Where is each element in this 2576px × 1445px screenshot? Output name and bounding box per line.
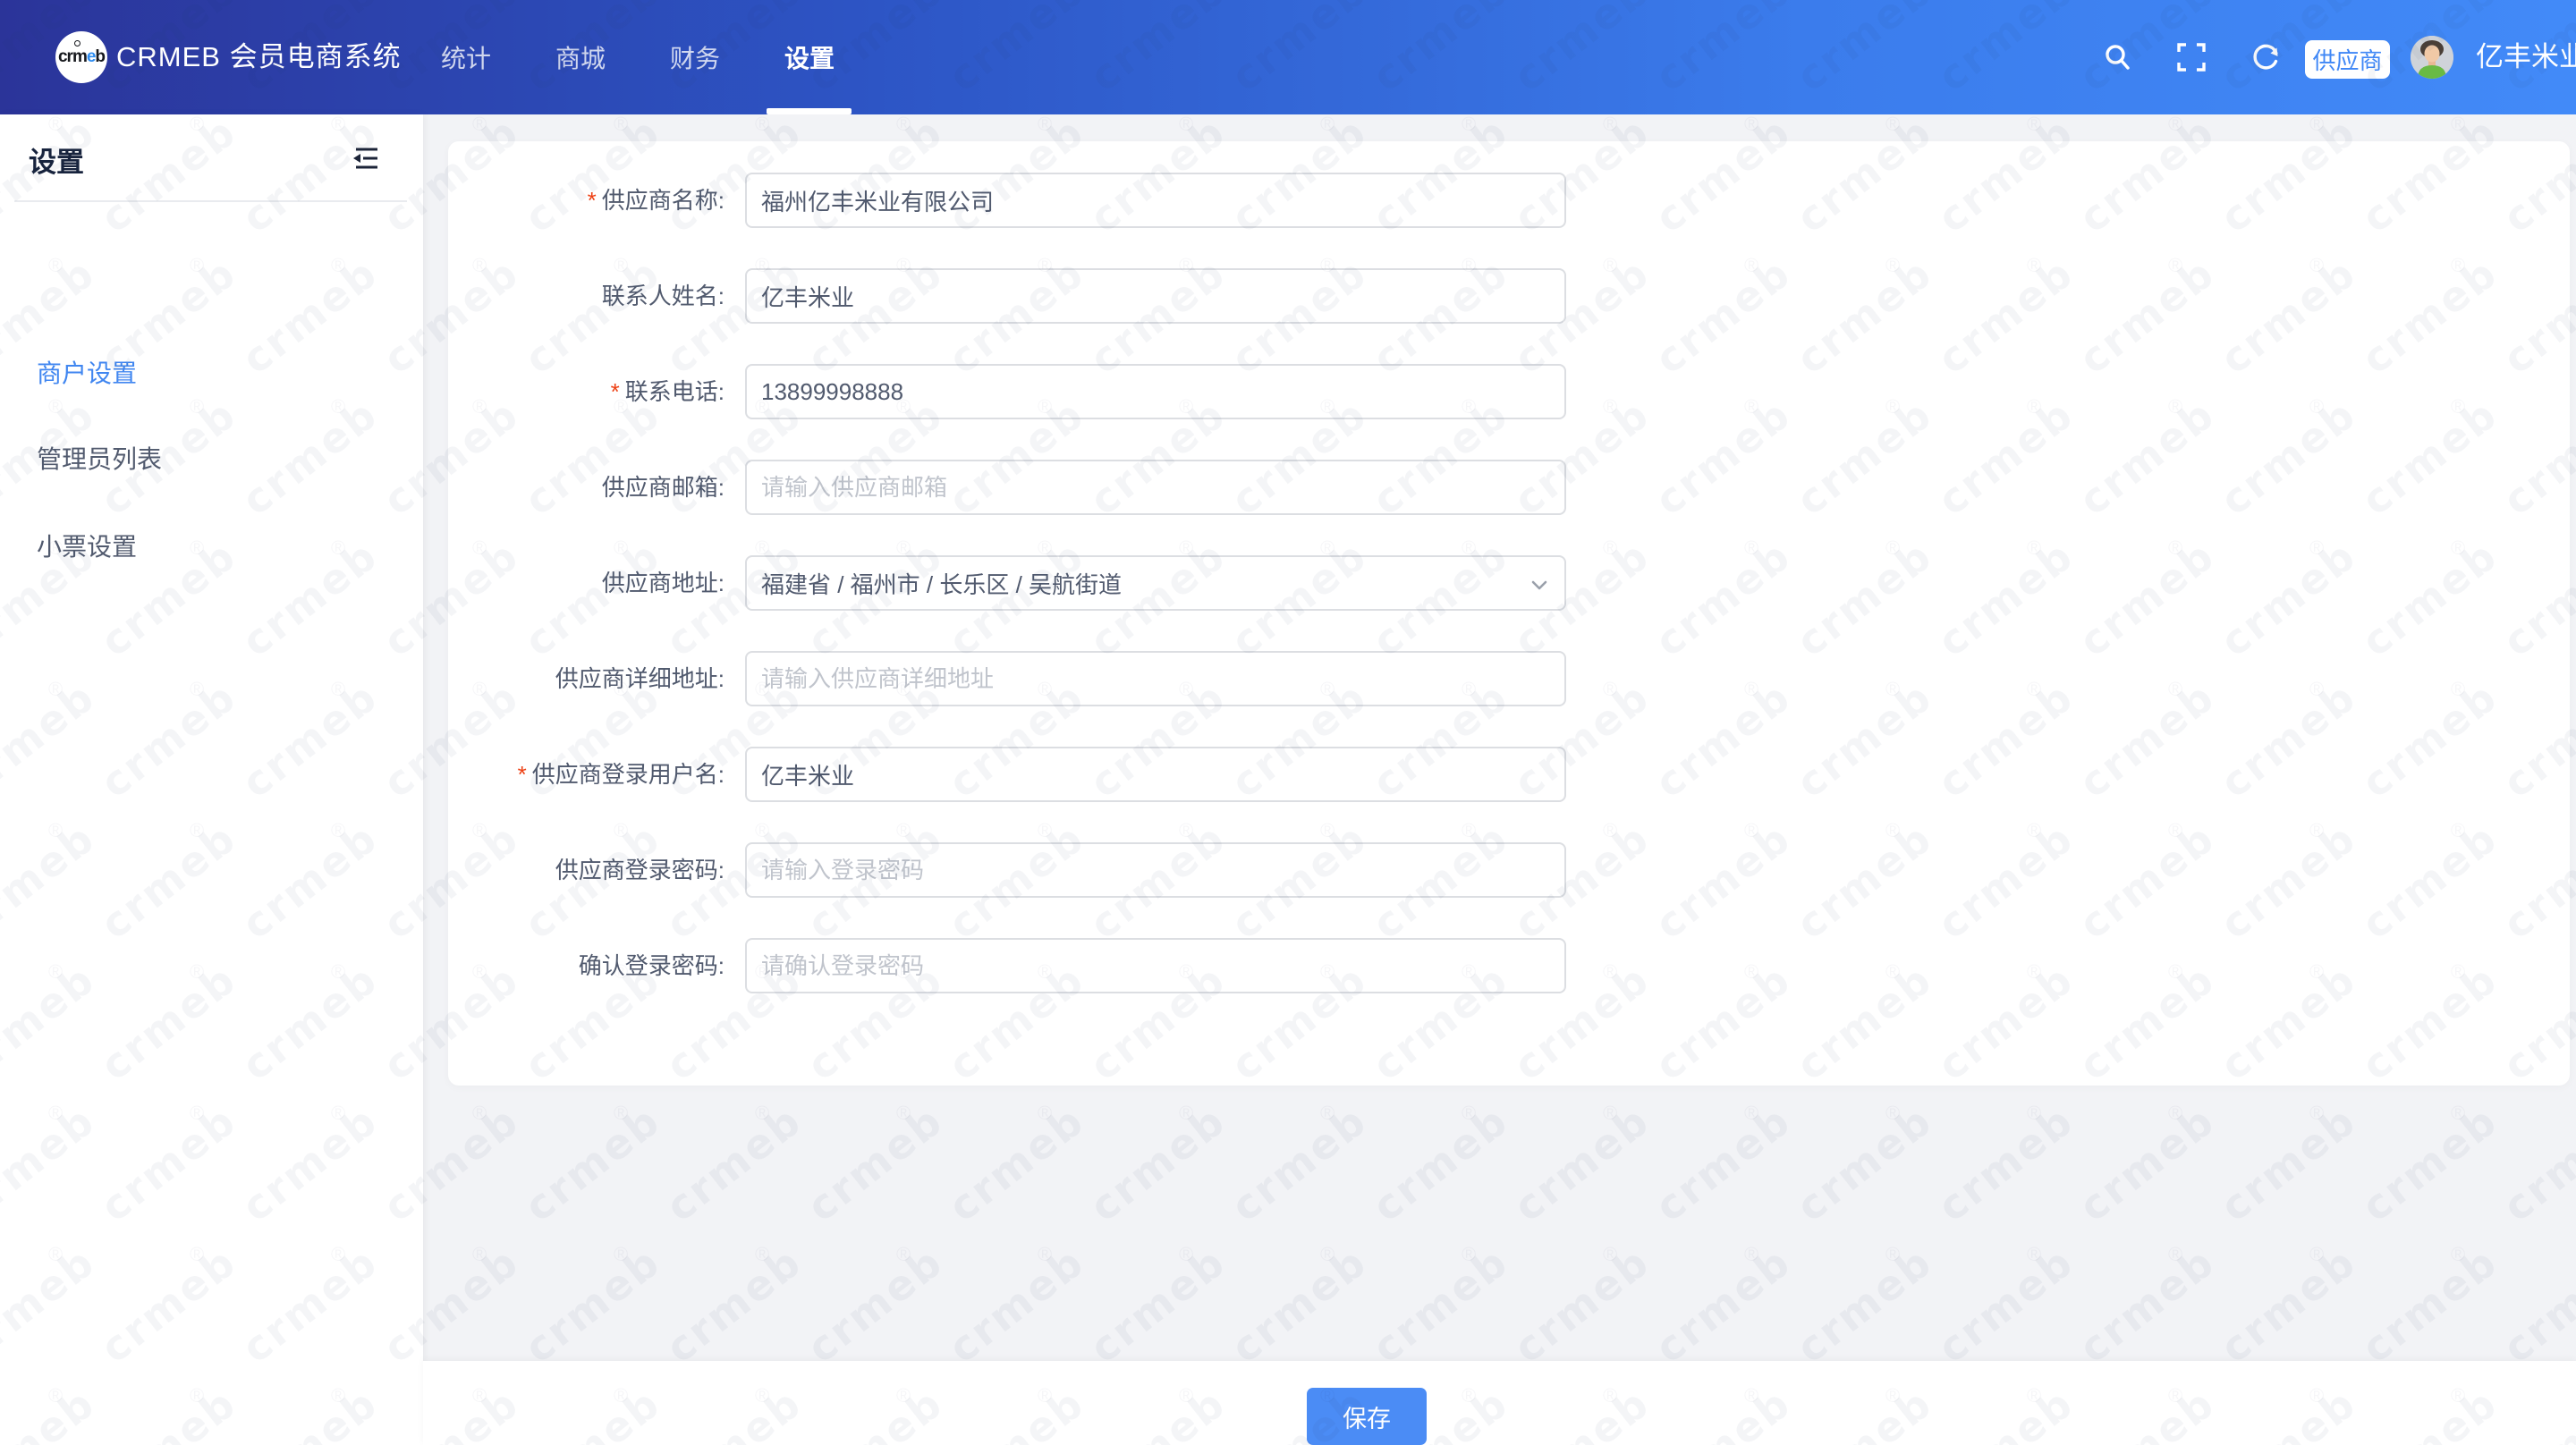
address-select[interactable]: 福建省 / 福州市 / 长乐区 / 吴航街道 — [745, 555, 1566, 611]
field-label: 供应商登录密码: — [448, 842, 724, 898]
field-label: *供应商名称: — [448, 173, 724, 228]
menu-collapse-icon[interactable] — [351, 145, 381, 172]
tab-4[interactable]: 设置 — [784, 39, 835, 75]
form-row-2: 联系人姓名: — [448, 268, 2570, 324]
fullscreen-icon[interactable] — [2175, 41, 2207, 73]
tab-3[interactable]: 财务 — [670, 39, 720, 75]
field-input-2[interactable] — [745, 268, 1566, 324]
chevron-down-icon — [1527, 572, 1552, 597]
refresh-icon[interactable] — [2250, 42, 2281, 72]
form-row-6: 供应商详细地址: — [448, 651, 2570, 706]
crmeb-logo: crmeb — [55, 31, 107, 83]
form-row-5: 供应商地址: 福建省 / 福州市 / 长乐区 / 吴航街道 — [448, 555, 2570, 611]
form-row-7: *供应商登录用户名: — [448, 747, 2570, 802]
sidebar-item-3[interactable]: 小票设置 — [37, 528, 137, 563]
field-input-7[interactable] — [745, 747, 1566, 802]
username[interactable]: 亿丰米业 — [2476, 0, 2576, 114]
form-row-8: 供应商登录密码: — [448, 842, 2570, 898]
required-star: * — [518, 761, 527, 788]
form-row-1: *供应商名称: — [448, 173, 2570, 228]
sidebar-title: 设置 — [29, 139, 84, 180]
sidebar-divider — [14, 200, 407, 202]
top-navbar: crmeb CRMEB 会员电商系统 统计 商城 财务 设置 供应商 亿丰米业 — [0, 0, 2576, 114]
field-label: *供应商登录用户名: — [448, 747, 724, 802]
field-input-4[interactable] — [745, 460, 1566, 515]
role-badge: 供应商 — [2305, 40, 2390, 79]
search-icon[interactable] — [2104, 43, 2131, 72]
avatar[interactable] — [2411, 36, 2453, 79]
field-input-3[interactable] — [745, 364, 1566, 419]
sidebar: 设置 商户设置管理员列表小票设置 — [0, 114, 423, 1445]
field-label: 供应商详细地址: — [448, 651, 724, 706]
field-label: 供应商地址: — [448, 555, 724, 611]
active-tab-underline — [767, 108, 852, 114]
field-label: *联系电话: — [448, 364, 724, 419]
tab-2[interactable]: 商城 — [555, 39, 606, 75]
field-input-1[interactable] — [745, 173, 1566, 228]
sidebar-item-2[interactable]: 管理员列表 — [37, 440, 162, 476]
form-row-3: *联系电话: — [448, 364, 2570, 419]
required-star: * — [588, 187, 597, 214]
field-label: 确认登录密码: — [448, 938, 724, 993]
field-input-8[interactable] — [745, 842, 1566, 898]
footer-bar: 保存 — [423, 1361, 2576, 1445]
settings-form-card: *供应商名称: 联系人姓名: *联系电话: 供应商邮箱: 供应商地址: 福建省 / 福州市… — [448, 141, 2570, 1086]
field-input-9[interactable] — [745, 938, 1566, 993]
save-button[interactable]: 保存 — [1307, 1388, 1427, 1445]
required-star: * — [611, 378, 620, 405]
app-title: CRMEB 会员电商系统 — [116, 0, 402, 114]
field-label: 联系人姓名: — [448, 268, 724, 324]
main-nav-tabs: 统计 商城 财务 设置 — [441, 0, 835, 114]
field-input-6[interactable] — [745, 651, 1566, 706]
tab-1[interactable]: 统计 — [441, 39, 491, 75]
crmeb-logo-text: crmeb — [58, 47, 105, 67]
field-label: 供应商邮箱: — [448, 460, 724, 515]
sidebar-item-1[interactable]: 商户设置 — [37, 354, 137, 390]
form-row-4: 供应商邮箱: — [448, 460, 2570, 515]
form-row-9: 确认登录密码: — [448, 938, 2570, 993]
